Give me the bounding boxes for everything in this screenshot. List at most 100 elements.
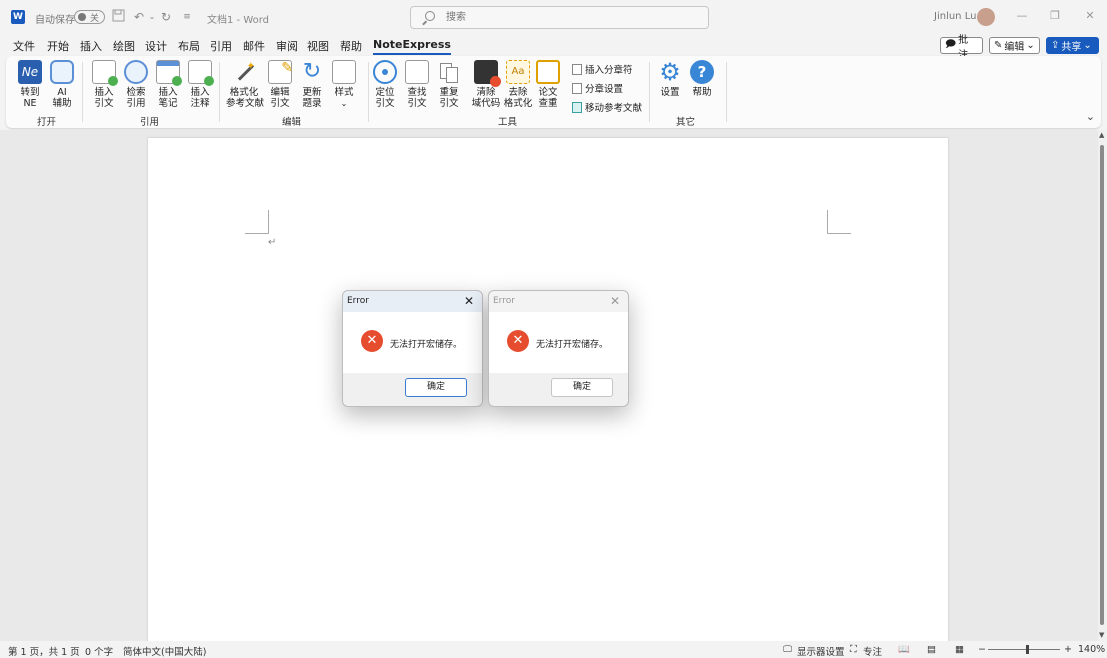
scroll-thumb[interactable] [1100,145,1104,625]
zoom-level[interactable]: 140% [1078,644,1105,655]
scroll-down-icon[interactable]: ▼ [1099,631,1104,639]
find-citation-label: 查找 引文 [407,87,427,109]
ok-button[interactable]: 确定 [405,378,467,397]
ok-button[interactable]: 确定 [551,378,613,397]
edit-mode-button[interactable]: ✎ 编辑 ⌄ [989,37,1040,54]
tab-file[interactable]: 文件 [13,38,35,54]
user-name[interactable]: Jinlun Lu [934,11,976,22]
find-citation-button[interactable]: 查找 引文 [404,60,430,109]
clipboard-icon [536,60,560,84]
tab-view[interactable]: 视图 [307,38,329,54]
zoom-slider[interactable] [988,649,1060,650]
close-icon[interactable]: ✕ [608,294,622,308]
tab-home[interactable]: 开始 [47,38,69,54]
ai-assist-button[interactable]: AI 辅助 [49,60,75,109]
close-icon[interactable]: ✕ [462,294,476,308]
goto-ne-button[interactable]: Ne 转到 NE [17,60,43,109]
tab-references[interactable]: 引用 [210,38,232,54]
insert-citation-button[interactable]: 插入 引文 [91,60,118,109]
tab-design[interactable]: 设计 [145,38,167,54]
gear-icon: ⚙ [659,58,681,86]
locate-citation-button[interactable]: 定位 引文 [372,60,398,109]
insert-note-icon [156,60,182,86]
help-button[interactable]: ? 帮助 [689,60,715,98]
group-cite-label: 引用 [140,117,160,128]
insert-note-label: 插入 笔记 [158,87,178,109]
page-count[interactable]: 第 1 页，共 1 页 [8,644,80,658]
move-bibliography-icon [572,101,582,113]
read-mode-icon[interactable]: 📖 [898,644,910,655]
collapse-ribbon-icon[interactable]: ⌄ [1086,110,1095,123]
update-record-button[interactable]: ↻ 更新 题录 [299,60,325,110]
share-button[interactable]: ⇪ 共享 ⌄ [1046,37,1099,54]
tab-review[interactable]: 审阅 [276,38,298,54]
zoom-in-icon[interactable]: + [1064,644,1072,655]
tab-mailings[interactable]: 邮件 [243,38,265,54]
plagiarism-check-button[interactable]: 论文 查重 [535,60,561,109]
comment-button[interactable]: 🗩 批注 [940,35,983,61]
error-icon: ✕ [507,330,529,352]
minimize-icon[interactable]: — [1015,9,1029,23]
save-icon[interactable] [110,9,126,25]
dialog-title: Error [493,296,515,306]
search-input[interactable] [446,10,686,25]
edit-citation-icon: ✎ [268,60,293,84]
style-dropdown-button[interactable]: 样式 ⌄ [331,60,357,109]
duplicate-citation-button[interactable]: 重复 引文 [436,60,462,109]
format-bibliography-label: 格式化 参考文献 [226,87,265,109]
edit-citation-label: 编辑 引文 [270,87,290,109]
tab-insert[interactable]: 插入 [80,38,102,54]
close-icon[interactable]: ✕ [1083,9,1097,23]
settings-label: 设置 [660,87,680,98]
zoom-slider-thumb[interactable] [1026,645,1029,654]
restore-icon[interactable]: ❐ [1048,9,1062,23]
insert-annotation-button[interactable]: 插入 注释 [187,60,214,109]
chevron-down-icon: ⌄ [1083,40,1092,51]
language-indicator[interactable]: 简体中文(中国大陆) [123,644,206,658]
tab-noteexpress[interactable]: NoteExpress [373,38,451,55]
paragraph-mark: ↵ [268,237,277,248]
focus-button[interactable]: 专注 [863,644,882,658]
display-settings-icon: 🖵 [783,644,793,655]
magnifier-icon [124,60,148,84]
format-bibliography-button[interactable]: ✦ 格式化 参考文献 [226,60,265,109]
avatar[interactable] [977,8,995,26]
clear-field-code-button[interactable]: 清除 域代码 [468,60,504,109]
remove-format-icon: Aa [506,60,530,84]
print-layout-icon[interactable]: ▤ [927,644,936,655]
remove-format-label: 去除 格式化 [503,87,533,109]
dialog-body: ✕ 无法打开宏储存。 [343,312,482,373]
redo-icon[interactable]: ↻ [158,9,174,25]
error-dialog: Error ✕ ✕ 无法打开宏储存。 确定 [488,290,629,407]
display-settings-button[interactable]: 显示器设置 [797,644,845,658]
edit-label: 编辑 [1004,42,1025,53]
search-box[interactable] [410,6,709,29]
insert-chapter-break-button[interactable]: 插入分章符 [572,62,633,76]
web-layout-icon[interactable]: ▦ [955,644,964,655]
zoom-out-icon[interactable]: − [978,644,986,655]
title-bar: W 自动保存 关 ↶ ⌄ ↻ ≡ 文档1 - Word Jinlun Lu — … [0,0,1107,34]
chapter-settings-icon [572,82,582,94]
word-count[interactable]: 0 个字 [85,644,113,658]
status-bar: 第 1 页，共 1 页 0 个字 简体中文(中国大陆) 🖵 显示器设置 ⛶ 专注… [0,641,1107,658]
autosave-toggle[interactable]: 关 [74,10,105,24]
magic-wand-icon: ✦ [232,60,256,84]
toggle-knob [78,13,86,21]
tab-draw[interactable]: 绘图 [113,38,135,54]
chapter-settings-button[interactable]: 分章设置 [572,81,623,95]
update-record-label: 更新 题录 [302,87,322,109]
document-title: 文档1 - Word [207,15,270,26]
tab-help[interactable]: 帮助 [340,38,362,54]
remove-format-button[interactable]: Aa 去除 格式化 [500,60,536,109]
tab-layout[interactable]: 布局 [178,38,200,54]
insert-note-button[interactable]: 插入 笔记 [155,60,182,109]
insert-chapter-break-label: 插入分章符 [585,65,633,76]
customize-toolbar-icon[interactable]: ≡ [179,9,195,25]
separator [219,62,220,122]
scroll-up-icon[interactable]: ▲ [1099,131,1104,139]
settings-button[interactable]: ⚙ 设置 [657,60,683,98]
search-citation-button[interactable]: 检索 引用 [123,60,149,109]
margin-corner-top-left [245,210,269,234]
move-bibliography-button[interactable]: 移动参考文献 [572,100,642,114]
edit-citation-button[interactable]: ✎ 编辑 引文 [267,60,293,109]
